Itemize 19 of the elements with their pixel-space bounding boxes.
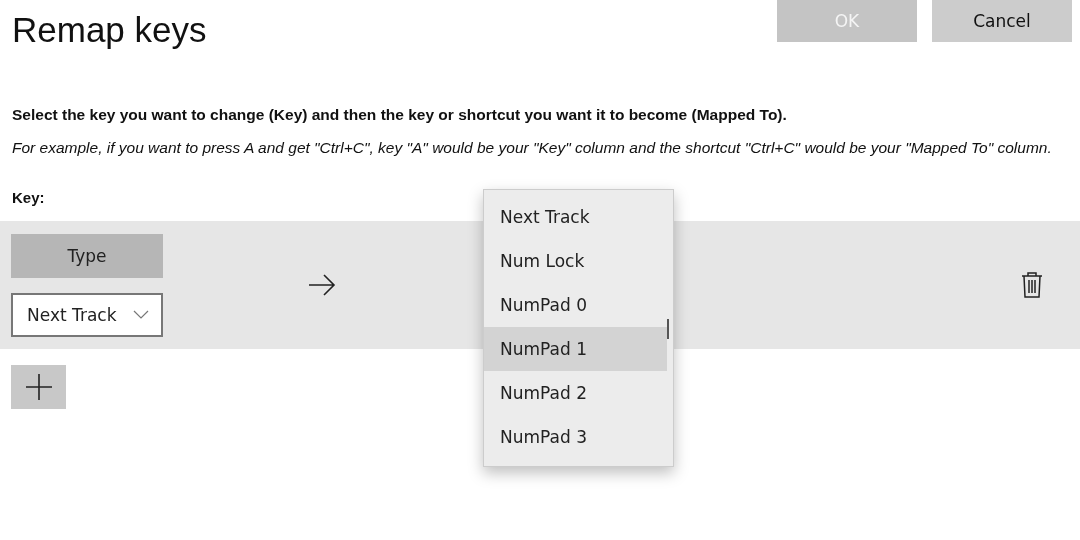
dropdown-item[interactable]: NumPad 3 [484,415,667,459]
plus-icon [24,373,53,401]
chevron-down-icon [133,309,149,320]
type-button[interactable]: Type [11,233,163,278]
instructions-text: Select the key you want to change (Key) and then the key or shortcut you want it to become (Mapped To). [12,106,788,124]
dropdown-item[interactable]: NumPad 0 [484,283,667,327]
scrollbar-thumb[interactable] [667,319,669,339]
add-button[interactable] [11,365,66,409]
example-text: For example, if you want to press A and get "Ctrl+C", key "A" would be your "Key" column and the shortcut "Ctrl+C" would be your "Mapped To" column. [12,138,1053,158]
dropdown-item[interactable]: Num Lock [484,239,667,283]
arrow-right-icon [307,273,337,297]
dropdown-item[interactable]: NumPad 1 [484,327,667,371]
dropdown-item[interactable]: Next Track [484,195,667,239]
key-dropdown[interactable]: Next Track [11,292,163,337]
page-title: Remap keys [12,10,207,50]
key-label: Key: [12,189,45,206]
cancel-button[interactable]: Cancel [932,0,1072,42]
delete-icon[interactable] [1020,271,1044,299]
dropdown-item[interactable]: NumPad 2 [484,371,667,415]
